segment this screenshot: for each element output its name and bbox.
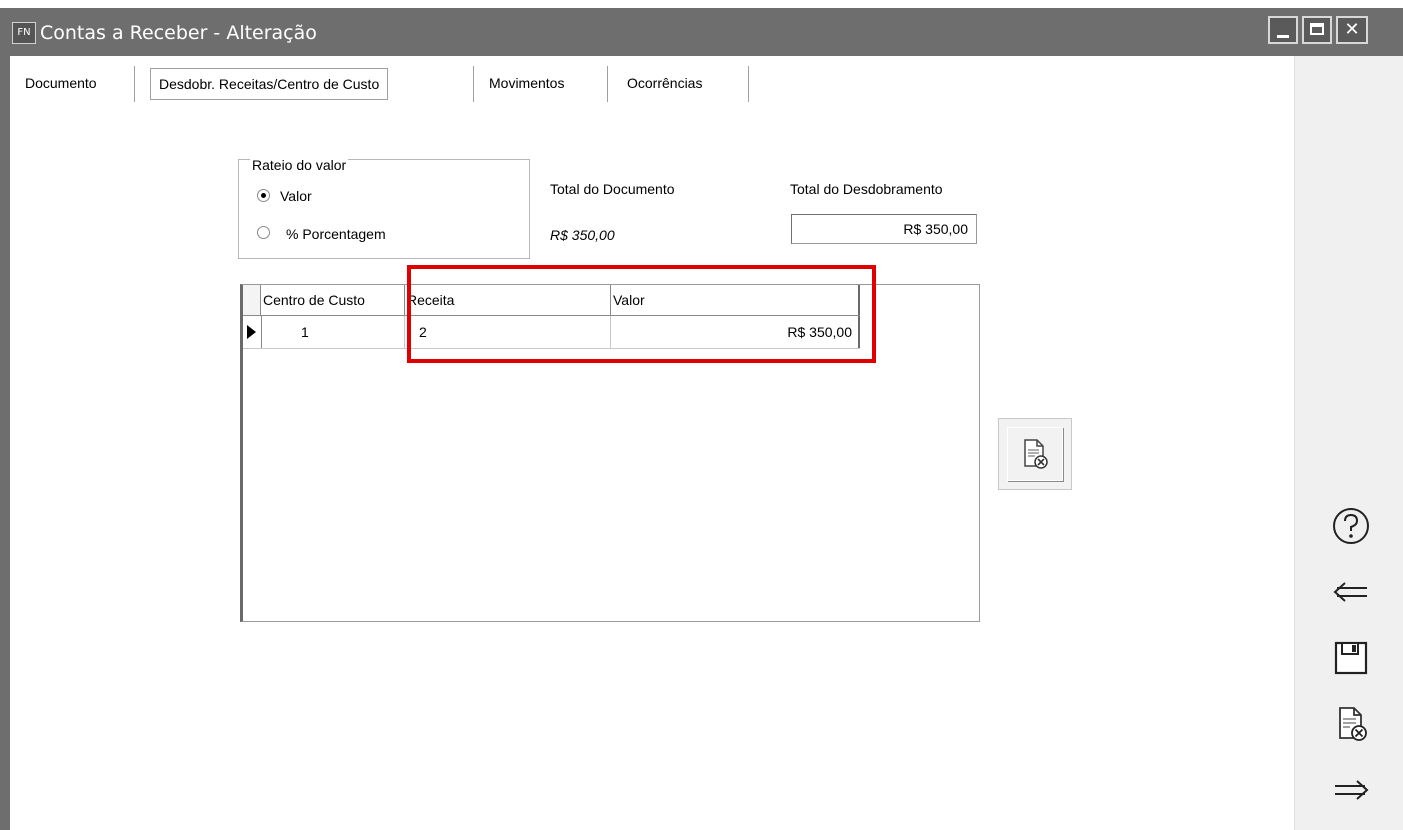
- radio-porcentagem[interactable]: [257, 226, 270, 239]
- tab-separator: [473, 66, 474, 102]
- tab-desdobramento[interactable]: Desdobr. Receitas/Centro de Custo: [150, 68, 389, 100]
- document-delete-icon: [1339, 707, 1367, 741]
- close-button[interactable]: ✕: [1336, 16, 1368, 44]
- column-header-centro-de-custo[interactable]: Centro de Custo: [261, 285, 405, 315]
- maximize-button[interactable]: [1302, 16, 1332, 44]
- save-icon: [1334, 641, 1368, 675]
- tab-separator: [607, 66, 608, 102]
- close-icon: ✕: [1344, 19, 1360, 40]
- delete-document-button[interactable]: [1295, 700, 1403, 744]
- tab-documento[interactable]: Documento: [25, 68, 97, 98]
- delete-row-button[interactable]: [998, 418, 1072, 490]
- document-delete-icon: [1024, 439, 1048, 469]
- cell-centro-de-custo[interactable]: 1: [261, 316, 405, 348]
- back-button[interactable]: [1295, 568, 1403, 612]
- tab-separator: [748, 66, 749, 102]
- right-toolbar: [1294, 56, 1403, 830]
- save-button[interactable]: [1295, 634, 1403, 678]
- rateio-groupbox: [238, 159, 530, 259]
- row-indicator: [243, 316, 262, 348]
- help-icon: [1333, 508, 1369, 544]
- total-documento-value: R$ 350,00: [550, 227, 615, 243]
- minimize-icon: [1277, 35, 1289, 38]
- total-desdobramento-value: R$ 350,00: [903, 221, 968, 237]
- total-documento-label: Total do Documento: [550, 181, 675, 197]
- forward-button[interactable]: [1295, 766, 1403, 810]
- radio-valor[interactable]: [257, 189, 270, 202]
- total-desdobramento-label: Total do Desdobramento: [790, 181, 943, 197]
- back-arrow-icon: [1333, 582, 1367, 602]
- window-left-border: [0, 8, 10, 830]
- help-button[interactable]: [1295, 502, 1403, 546]
- rateio-legend: Rateio do valor: [250, 156, 349, 174]
- maximize-icon: [1310, 23, 1324, 35]
- window-title: Contas a Receber - Alteração: [40, 22, 317, 44]
- forward-arrow-icon: [1335, 780, 1369, 800]
- tab-separator: [134, 66, 135, 102]
- form-content: Documento Desdobr. Receitas/Centro de Cu…: [10, 56, 1294, 830]
- app-icon: FN: [12, 22, 36, 44]
- radio-valor-label[interactable]: Valor: [280, 187, 312, 205]
- minimize-button[interactable]: [1268, 16, 1298, 44]
- total-desdobramento-field[interactable]: R$ 350,00: [791, 214, 977, 244]
- radio-selected-dot: [261, 193, 266, 198]
- radio-porcentagem-label[interactable]: % Porcentagem: [286, 225, 386, 243]
- delete-row-button-face: [1007, 427, 1063, 481]
- tab-ocorrencias[interactable]: Ocorrências: [627, 68, 702, 98]
- current-row-arrow-icon: [247, 325, 256, 339]
- highlight-box: [407, 265, 876, 363]
- tab-movimentos[interactable]: Movimentos: [489, 68, 564, 98]
- grid-corner: [243, 285, 261, 315]
